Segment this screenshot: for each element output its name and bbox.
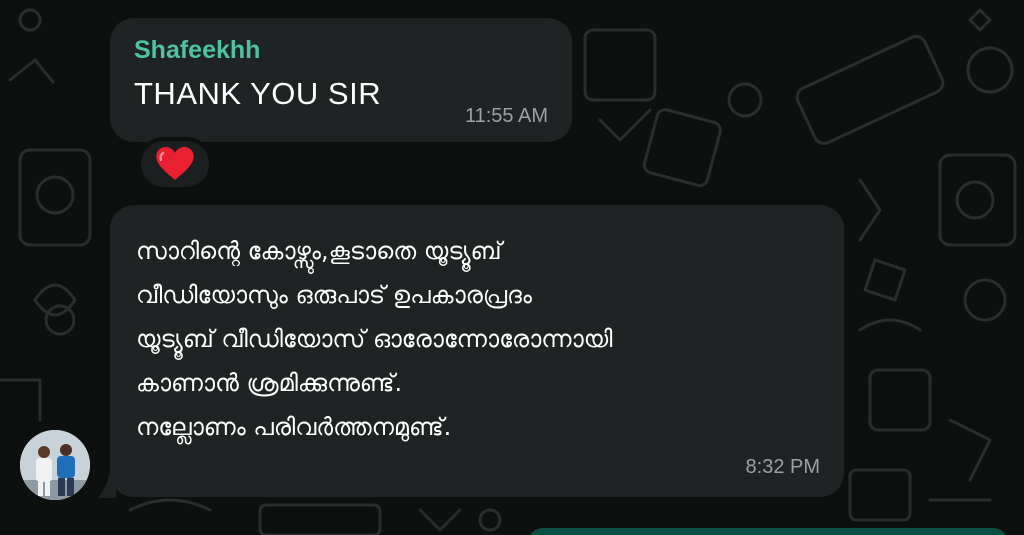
contact-avatar[interactable] xyxy=(20,430,90,500)
message-timestamp: 11:55 AM xyxy=(464,105,548,127)
message-bubble[interactable]: സാറിന്റെ കോഴ്സും,കൂടാതെ യൂട്യൂബ് വീഡിയോസ… xyxy=(110,205,844,497)
message-timestamp: 8:32 PM xyxy=(745,456,820,478)
message-line: കാണാൻ ശ്രമിക്കുന്നുണ്ട്. xyxy=(136,369,403,397)
message-reaction[interactable] xyxy=(137,137,213,191)
sender-name[interactable]: Shafeekhh xyxy=(134,34,548,66)
outgoing-message-bubble[interactable] xyxy=(528,528,1008,535)
message-line: യൂട്യൂബ് വീഡിയോസ് ഓരോന്നോരോന്നായി xyxy=(136,325,613,353)
chat-view: Shafeekhh THANK YOU SIR 11:55 AM സാറിന്റ… xyxy=(0,0,1024,535)
message-line: സാറിന്റെ കോഴ്സും,കൂടാതെ യൂട്യൂബ് xyxy=(136,237,502,265)
heart-icon xyxy=(156,147,194,180)
bubble-tail xyxy=(98,472,116,498)
avatar-photo-icon xyxy=(20,430,90,500)
message-line: വീഡിയോസും ഒരുപാട് ഉപകാരപ്രദം xyxy=(136,281,532,309)
message-line: നല്ലോണം പരിവർത്തനമുണ്ട്. xyxy=(136,413,452,441)
message-bubble[interactable]: Shafeekhh THANK YOU SIR 11:55 AM xyxy=(110,18,572,142)
